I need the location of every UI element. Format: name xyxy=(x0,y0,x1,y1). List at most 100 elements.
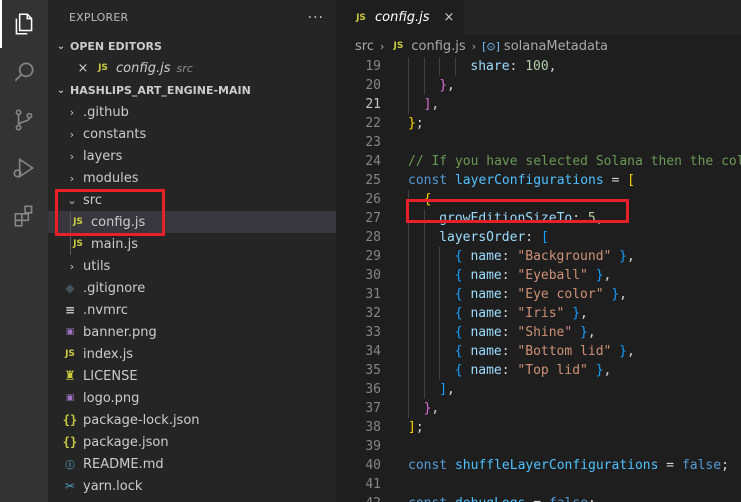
indent-guide xyxy=(423,247,425,266)
code-text: growEditionSizeTo: 5, xyxy=(439,211,604,226)
chevron-down-icon: ⌄ xyxy=(56,40,66,52)
code-line[interactable]: 20}, xyxy=(336,76,741,95)
code-line[interactable]: 30 { name: "Eyeball" }, xyxy=(336,266,741,285)
tree-item-modules[interactable]: › modules xyxy=(48,167,336,189)
code-line[interactable]: 29 { name: "Background" }, xyxy=(336,247,741,266)
code-line[interactable]: 31 { name: "Eye color" }, xyxy=(336,285,741,304)
activity-bar xyxy=(0,0,48,502)
line-number: 21 xyxy=(365,97,381,112)
open-editors-header[interactable]: ⌄ OPEN EDITORS xyxy=(48,35,336,57)
code-line[interactable]: 39 xyxy=(336,437,741,456)
code-line[interactable]: 23 xyxy=(336,133,741,152)
code-line[interactable]: 26 { xyxy=(336,190,741,209)
line-number: 20 xyxy=(365,78,381,93)
chevron-down-icon: ⌄ xyxy=(67,193,77,207)
tree-item-label: main.js xyxy=(91,236,138,252)
tree-item-readme-md[interactable]: ⓘ README.md xyxy=(48,453,336,475)
code-line[interactable]: 22}; xyxy=(336,114,741,133)
indent-guide xyxy=(454,57,456,76)
code-text: ], xyxy=(439,382,455,397)
tree-item-main-js[interactable]: JS main.js xyxy=(48,233,336,255)
code-line[interactable]: 42 const debugLogs = false; xyxy=(336,494,741,502)
tree-item-yarn-lock[interactable]: ✂ yarn.lock xyxy=(48,475,336,497)
tree-item-package-json[interactable]: {} package.json xyxy=(48,431,336,453)
tree-item-src[interactable]: ⌄ src xyxy=(48,189,336,211)
code-editor[interactable]: 19 share: 100, 20}, 21], 22}; 23 24// If you h… xyxy=(336,57,741,502)
source-control-icon[interactable] xyxy=(0,96,48,144)
indent-guide xyxy=(439,304,441,323)
code-line[interactable]: 28 layersOrder: [ xyxy=(336,228,741,247)
code-line[interactable]: 19 share: 100, xyxy=(336,57,741,76)
close-icon[interactable]: × xyxy=(444,10,455,25)
line-number: 36 xyxy=(365,382,381,397)
open-editor-config-js[interactable]: × JS config.js src xyxy=(48,57,336,79)
js-file-icon: JS xyxy=(393,41,404,51)
tree-item-license[interactable]: ♜ LICENSE xyxy=(48,365,336,387)
tree-item-logo-png[interactable]: ▣ logo.png xyxy=(48,387,336,409)
breadcrumb-symbol[interactable]: solanaMetadata xyxy=(504,39,608,54)
code-line[interactable]: 24 // If you have selected Solana then th… xyxy=(336,152,741,171)
open-editor-label: config.js xyxy=(116,60,171,76)
breadcrumb-folder[interactable]: src xyxy=(355,39,374,54)
code-line[interactable]: 33 { name: "Shine" }, xyxy=(336,323,741,342)
tree-item-banner-png[interactable]: ▣ banner.png xyxy=(48,321,336,343)
editor-area: JS config.js × src › JS config.js › [⊙] … xyxy=(336,0,741,502)
line-number: 33 xyxy=(365,325,381,340)
code-line[interactable]: 40 const shuffleLayerConfigurations = fal… xyxy=(336,456,741,475)
code-line[interactable]: 27 growEditionSizeTo: 5, xyxy=(336,209,741,228)
code-text: { name: "Eyeball" }, xyxy=(454,268,612,283)
code-line[interactable]: 21], xyxy=(336,95,741,114)
code-text: share: 100, xyxy=(470,59,557,74)
more-actions-icon[interactable]: ··· xyxy=(308,10,324,26)
code-text: { name: "Bottom lid" }, xyxy=(454,344,635,359)
line-number: 42 xyxy=(336,494,381,502)
code-line[interactable]: 25 const layerConfigurations = [ xyxy=(336,171,741,190)
indent-guide xyxy=(423,380,425,399)
close-icon[interactable]: × xyxy=(75,61,91,76)
code-text: }, xyxy=(423,401,440,416)
run-debug-icon[interactable] xyxy=(0,144,48,192)
tree-item-layers[interactable]: › layers xyxy=(48,145,336,167)
tree-item-nvmrc[interactable]: ≡ .nvmrc xyxy=(48,299,336,321)
search-icon[interactable] xyxy=(0,48,48,96)
tree-item-utils[interactable]: › utils xyxy=(48,255,336,277)
extensions-icon[interactable] xyxy=(0,192,48,240)
tree-item-package-lock-json[interactable]: {} package-lock.json xyxy=(48,409,336,431)
indent-guide xyxy=(439,361,441,380)
tree-item-gitignore[interactable]: ◆ .gitignore xyxy=(48,277,336,299)
breadcrumb-separator-icon: › xyxy=(471,39,477,53)
code-line[interactable]: 36], xyxy=(336,380,741,399)
tree-item-index-js[interactable]: JS index.js xyxy=(48,343,336,365)
tree-item-github[interactable]: › .github xyxy=(48,101,336,123)
tree-indent-guide xyxy=(70,211,71,255)
tree-item-constants[interactable]: › constants xyxy=(48,123,336,145)
breadcrumb-separator-icon: › xyxy=(379,39,385,53)
code-line[interactable]: 32 { name: "Iris" }, xyxy=(336,304,741,323)
line-number: 28 xyxy=(365,230,381,245)
tree-item-label: modules xyxy=(83,170,139,186)
line-number: 25 xyxy=(365,173,381,188)
project-header[interactable]: ⌄ HASHLIPS_ART_ENGINE-MAIN xyxy=(48,79,336,101)
code-line[interactable]: 38]; xyxy=(336,418,741,437)
explorer-icon[interactable] xyxy=(0,0,48,48)
code-line[interactable]: 41 xyxy=(336,475,741,494)
code-text: { xyxy=(423,192,432,207)
tab-label: config.js xyxy=(375,10,430,25)
variable-symbol-icon: [⊙] xyxy=(482,39,500,53)
tree-item-config-js[interactable]: JS config.js xyxy=(48,211,336,233)
breadcrumb-file[interactable]: config.js xyxy=(411,39,465,54)
info-file-icon: ⓘ xyxy=(65,460,75,471)
chevron-right-icon: › xyxy=(69,105,75,119)
indent-guide xyxy=(408,399,409,418)
code-text: }, xyxy=(439,78,455,93)
open-editors-label: OPEN EDITORS xyxy=(70,39,162,53)
indent-guide xyxy=(408,304,409,323)
tab-config-js[interactable]: JS config.js × xyxy=(336,0,465,35)
code-line[interactable]: 37}, xyxy=(336,399,741,418)
code-line[interactable]: 34 { name: "Bottom lid" }, xyxy=(336,342,741,361)
chevron-right-icon: › xyxy=(69,127,75,141)
tree-item-label: LICENSE xyxy=(83,368,138,384)
explorer-title: EXPLORER xyxy=(69,11,129,24)
code-line[interactable]: 35 { name: "Top lid" }, xyxy=(336,361,741,380)
indent-guide xyxy=(423,57,425,76)
